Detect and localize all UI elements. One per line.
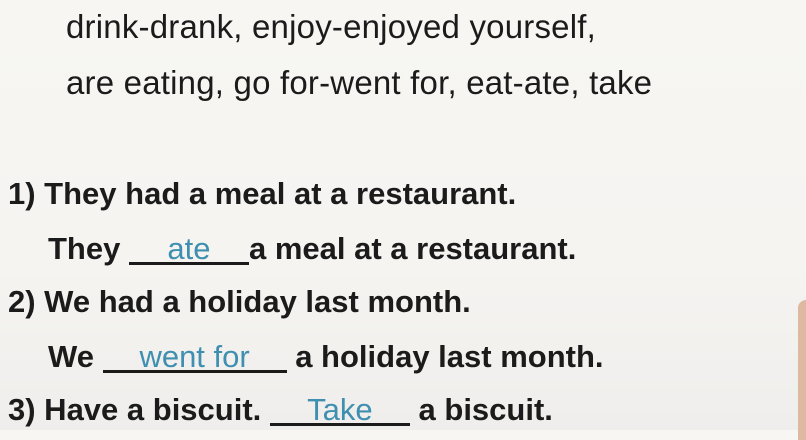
exercise-1-pre: They	[48, 231, 121, 266]
exercise-2-blank: went for	[102, 339, 287, 375]
exercise-2-pre: We	[48, 339, 94, 374]
exercise-2-answer-line: We went for a holiday last month.	[48, 339, 604, 375]
exercise-3-line: 3) Have a biscuit. Take a biscuit.	[8, 392, 553, 428]
exercise-3-answer: Take	[307, 392, 373, 427]
exercise-1-answer-line: They ate a meal at a restaurant.	[48, 231, 576, 267]
exercise-1-answer: ate	[167, 231, 211, 266]
exercise-1-prompt: 1) They had a meal at a restaurant.	[8, 176, 517, 211]
exercise-1-blank: ate	[128, 231, 249, 267]
word-bank-line-2: are eating, go for-went for, eat-ate, ta…	[66, 64, 653, 101]
exercise-2-prompt: 2) We had a holiday last month.	[8, 284, 471, 319]
exercise-2-post: a holiday last month.	[295, 339, 604, 374]
presenter-edge	[798, 300, 806, 440]
word-bank-line-1: drink-drank, enjoy-enjoyed yourself,	[66, 8, 596, 45]
exercise-3-prompt: 3) Have a biscuit.	[8, 392, 262, 427]
word-bank: drink-drank, enjoy-enjoyed yourself, are…	[66, 6, 652, 118]
exercise-3-post: a biscuit.	[418, 392, 553, 427]
exercise-1-post: a meal at a restaurant.	[248, 231, 577, 266]
exercise-2-answer: went for	[139, 339, 250, 374]
exercise-3-blank: Take	[269, 392, 410, 428]
